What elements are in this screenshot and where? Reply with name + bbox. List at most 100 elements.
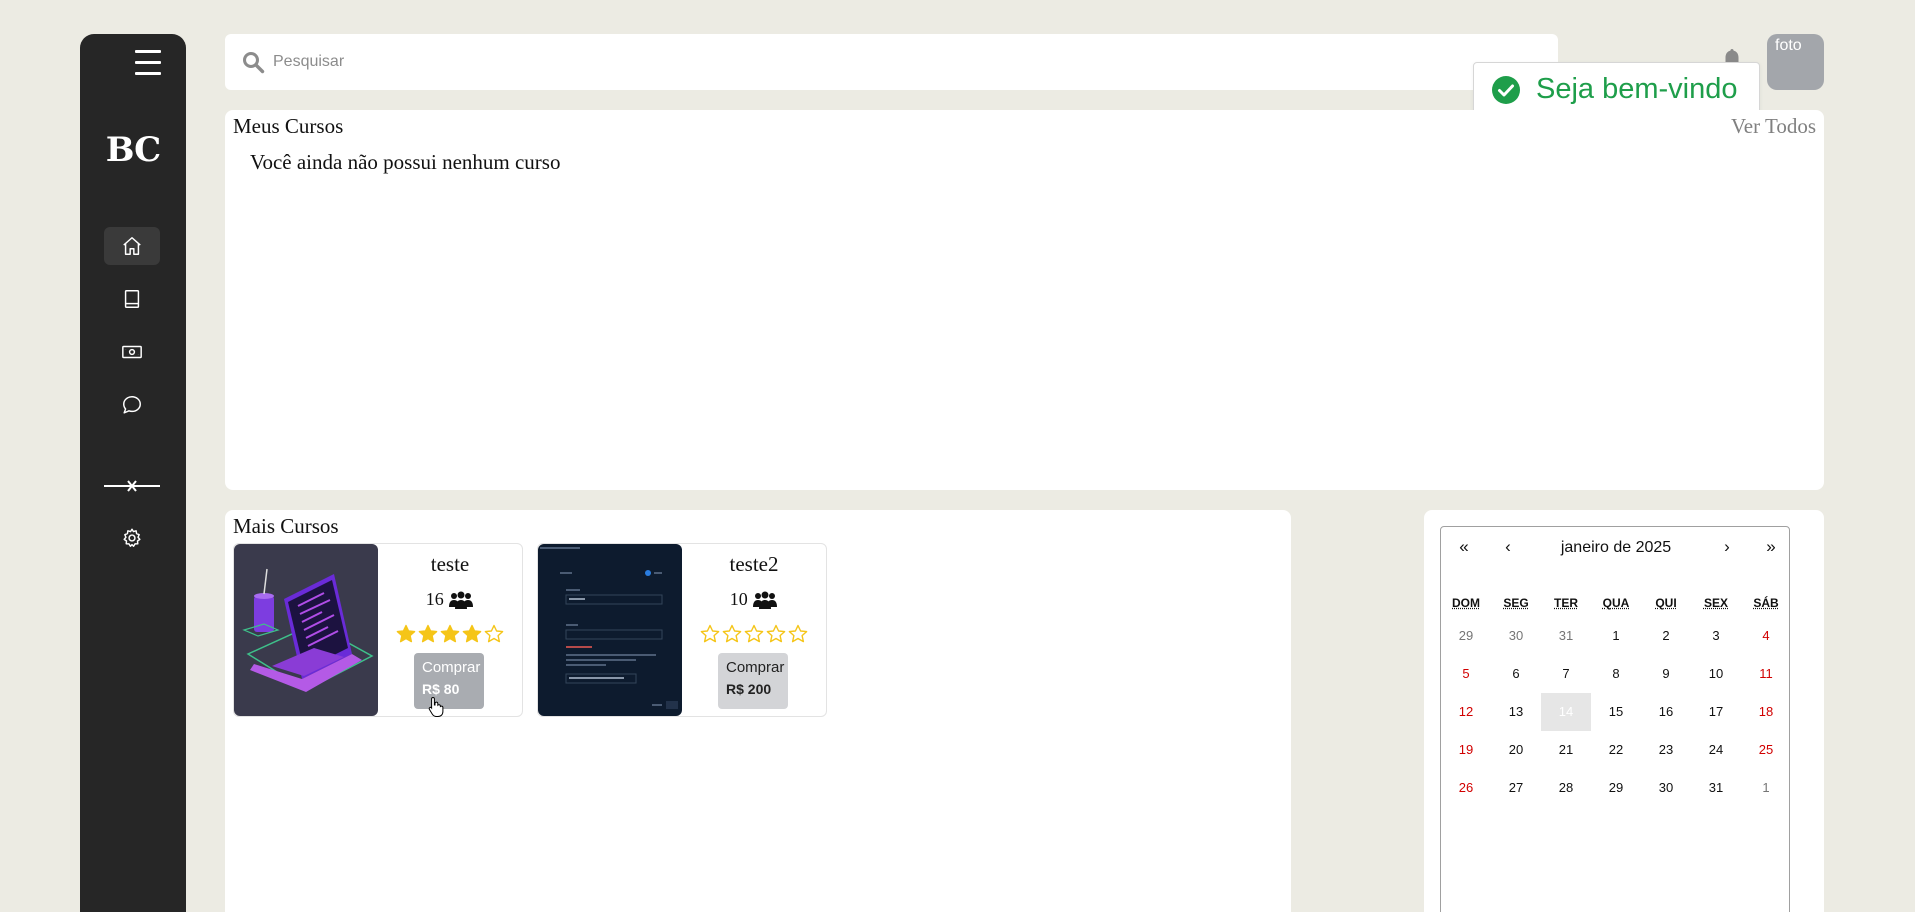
star-empty-icon bbox=[766, 624, 786, 644]
students-count: 16 bbox=[426, 589, 444, 609]
star-empty-icon bbox=[788, 624, 808, 644]
rating-stars bbox=[682, 624, 826, 649]
users-icon bbox=[752, 591, 778, 609]
more-courses-title: Mais Cursos bbox=[233, 514, 339, 539]
weekday-label: TER bbox=[1541, 589, 1591, 617]
sidebar-item-settings[interactable] bbox=[104, 519, 160, 557]
calendar-day[interactable]: 15 bbox=[1591, 693, 1641, 731]
weekday-label: QUA bbox=[1591, 589, 1641, 617]
welcome-toast: Seja bem-vindo bbox=[1473, 62, 1760, 116]
calendar-day[interactable]: 5 bbox=[1441, 655, 1491, 693]
more-courses-panel: Mais Cursos teste 16 Comprar R$ 80 teste… bbox=[225, 510, 1291, 912]
next-month-button[interactable]: › bbox=[1712, 537, 1742, 557]
star-empty-icon bbox=[484, 624, 504, 644]
weekday-label: SEG bbox=[1491, 589, 1541, 617]
calendar-day[interactable]: 19 bbox=[1441, 731, 1491, 769]
calendar-day[interactable]: 7 bbox=[1541, 655, 1591, 693]
gear-icon bbox=[121, 527, 143, 549]
prev-year-button[interactable]: « bbox=[1449, 537, 1479, 557]
sidebar: BC bbox=[80, 34, 186, 912]
course-name: teste2 bbox=[682, 552, 826, 577]
calendar-day[interactable]: 11 bbox=[1741, 655, 1791, 693]
calendar-day[interactable]: 29 bbox=[1591, 769, 1641, 807]
prev-month-button[interactable]: ‹ bbox=[1493, 537, 1523, 557]
check-circle-icon bbox=[1491, 75, 1521, 105]
calendar-day[interactable]: 31 bbox=[1541, 617, 1591, 655]
calendar-day[interactable]: 16 bbox=[1641, 693, 1691, 731]
sidebar-item-home[interactable] bbox=[104, 227, 160, 265]
buy-button[interactable]: Comprar R$ 80 bbox=[414, 653, 484, 709]
calendar-day[interactable]: 3 bbox=[1691, 617, 1741, 655]
calendar-day[interactable]: 17 bbox=[1691, 693, 1741, 731]
calendar-week-row: 26 27 28 29 30 31 1 bbox=[1441, 769, 1791, 807]
course-price: R$ 200 bbox=[726, 681, 780, 697]
buy-button[interactable]: Comprar R$ 200 bbox=[718, 653, 788, 709]
calendar-day[interactable]: 21 bbox=[1541, 731, 1591, 769]
calendar-day[interactable]: 9 bbox=[1641, 655, 1691, 693]
course-students: 10 bbox=[682, 589, 826, 610]
calendar-day[interactable]: 14 bbox=[1541, 693, 1591, 731]
calendar-day[interactable]: 30 bbox=[1491, 617, 1541, 655]
search-input[interactable] bbox=[273, 34, 1523, 90]
money-icon bbox=[121, 341, 143, 363]
course-thumbnail bbox=[234, 544, 378, 716]
menu-icon[interactable] bbox=[135, 50, 161, 76]
sidebar-item-chat[interactable] bbox=[104, 386, 160, 424]
calendar-day[interactable]: 27 bbox=[1491, 769, 1541, 807]
course-price: R$ 80 bbox=[422, 681, 476, 697]
home-icon bbox=[121, 235, 143, 257]
search-icon bbox=[241, 50, 265, 74]
calendar-day[interactable]: 28 bbox=[1541, 769, 1591, 807]
star-filled-icon bbox=[418, 624, 438, 644]
calendar-day[interactable]: 1 bbox=[1741, 769, 1791, 807]
calendar-day[interactable]: 22 bbox=[1591, 731, 1641, 769]
calendar-week-row: 5 6 7 8 9 10 11 bbox=[1441, 655, 1791, 693]
calendar-day[interactable]: 2 bbox=[1641, 617, 1691, 655]
calendar-day[interactable]: 30 bbox=[1641, 769, 1691, 807]
calendar-day[interactable]: 1 bbox=[1591, 617, 1641, 655]
avatar[interactable]: foto bbox=[1767, 34, 1824, 90]
calendar-day[interactable]: 24 bbox=[1691, 731, 1741, 769]
course-name: teste bbox=[378, 552, 522, 577]
course-card[interactable]: teste 16 Comprar R$ 80 bbox=[233, 543, 523, 717]
calendar-day[interactable]: 8 bbox=[1591, 655, 1641, 693]
weekday-label: SÁB bbox=[1741, 589, 1791, 617]
search-bar bbox=[225, 34, 1558, 90]
star-empty-icon bbox=[700, 624, 720, 644]
logo: BC bbox=[80, 130, 186, 170]
buy-label: Comprar bbox=[726, 659, 780, 676]
course-card[interactable]: teste2 10 Comprar R$ 200 bbox=[537, 543, 827, 717]
calendar-day[interactable]: 18 bbox=[1741, 693, 1791, 731]
calendar-day[interactable]: 12 bbox=[1441, 693, 1491, 731]
toast-message: Seja bem-vindo bbox=[1536, 73, 1738, 106]
book-icon bbox=[121, 288, 143, 310]
calendar-grid: DOM SEG TER QUA QUI SEX SÁB 29 30 31 1 2 3 4 5 6 7 8 9 10 1… bbox=[1441, 589, 1791, 807]
sidebar-item-courses[interactable] bbox=[104, 280, 160, 318]
calendar-day[interactable]: 26 bbox=[1441, 769, 1491, 807]
sidebar-item-payments[interactable] bbox=[104, 333, 160, 371]
calendar-day[interactable]: 6 bbox=[1491, 655, 1541, 693]
my-courses-title: Meus Cursos bbox=[233, 114, 343, 139]
chat-icon bbox=[121, 394, 143, 416]
star-filled-icon bbox=[440, 624, 460, 644]
star-empty-icon bbox=[744, 624, 764, 644]
calendar-day[interactable]: 25 bbox=[1741, 731, 1791, 769]
weekday-header: DOM SEG TER QUA QUI SEX SÁB bbox=[1441, 589, 1791, 617]
calendar-day[interactable]: 29 bbox=[1441, 617, 1491, 655]
view-all-link[interactable]: Ver Todos bbox=[1731, 114, 1816, 139]
my-courses-panel: Meus Cursos Ver Todos Você ainda não pos… bbox=[225, 110, 1824, 490]
students-count: 10 bbox=[730, 589, 748, 609]
calendar-day[interactable]: 20 bbox=[1491, 731, 1541, 769]
calendar-day[interactable]: 10 bbox=[1691, 655, 1741, 693]
calendar-day[interactable]: 4 bbox=[1741, 617, 1791, 655]
calendar-week-row: 29 30 31 1 2 3 4 bbox=[1441, 617, 1791, 655]
next-year-button[interactable]: » bbox=[1756, 537, 1786, 557]
calendar-week-row: 12 13 14 15 16 17 18 bbox=[1441, 693, 1791, 731]
empty-courses-message: Você ainda não possui nenhum curso bbox=[250, 150, 560, 175]
avatar-alt-text: foto bbox=[1775, 37, 1802, 55]
calendar-day[interactable]: 13 bbox=[1491, 693, 1541, 731]
month-label-text[interactable]: janeiro de 2025 bbox=[1561, 539, 1671, 556]
weekday-label: QUI bbox=[1641, 589, 1691, 617]
calendar-day[interactable]: 23 bbox=[1641, 731, 1691, 769]
calendar-day[interactable]: 31 bbox=[1691, 769, 1741, 807]
